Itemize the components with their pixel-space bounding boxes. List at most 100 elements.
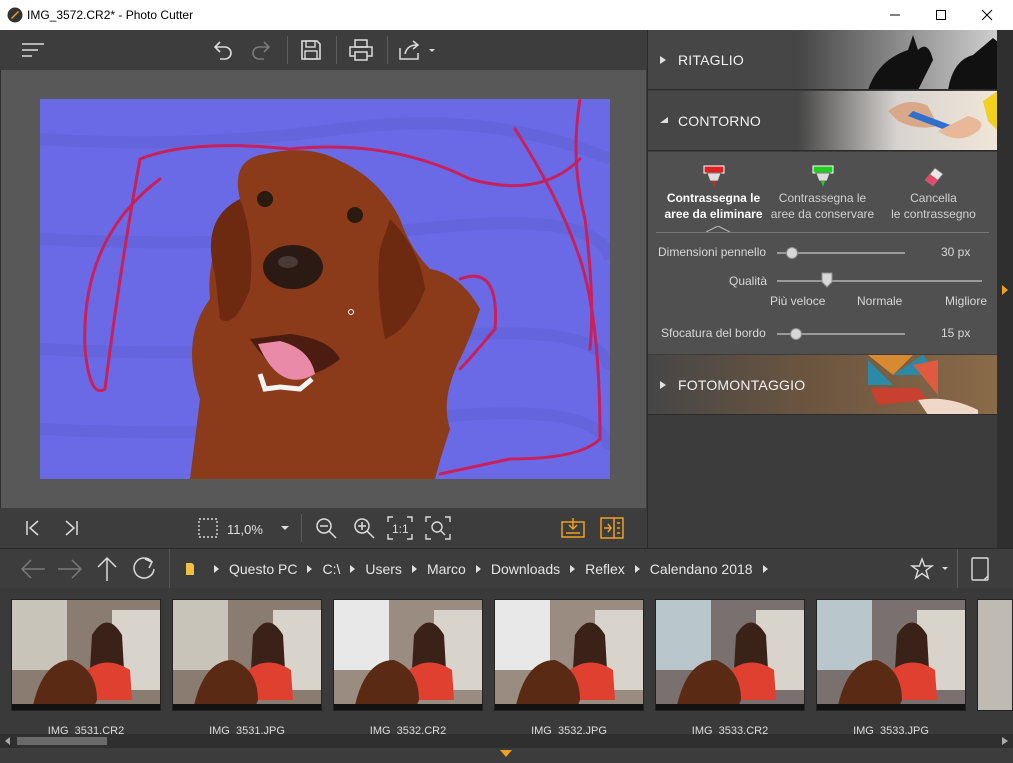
brush-size-label: Dimensioni pennello (658, 245, 767, 259)
scroll-left-icon[interactable] (5, 737, 11, 745)
zoom-level[interactable]: 11,0% (227, 522, 263, 537)
edge-blur-knob[interactable] (790, 328, 802, 340)
folder-icon[interactable] (184, 562, 196, 576)
first-image-button[interactable] (20, 515, 46, 541)
toolbar-divider (387, 36, 388, 64)
save-result-icon (561, 518, 585, 538)
fit-screen-button[interactable] (195, 515, 221, 541)
save-result-button[interactable] (560, 515, 586, 541)
redo-button[interactable] (246, 36, 276, 64)
breadcrumb-separator-icon[interactable] (307, 565, 313, 573)
thumbnail-item[interactable]: IMG_3532.CR2 (333, 599, 483, 737)
mode-erase-marks[interactable]: Cancella le contrassegno (876, 164, 991, 222)
favorites-button[interactable] (910, 555, 950, 583)
image-canvas[interactable] (0, 70, 646, 508)
section-montage-header[interactable]: FOTOMONTAGGIO (648, 355, 998, 415)
collapsed-caret-icon (660, 381, 666, 389)
device-button[interactable] (965, 555, 995, 583)
mode-mark-keep[interactable]: Contrassegna le aree da conservare (765, 164, 880, 222)
window-title: IMG_3572.CR2* - Photo Cutter (27, 8, 194, 22)
thumbnail-strip: IMG_3531.CR2 IMG_3531.JPG IMG_3532.CR2 IMG_… (0, 588, 1013, 737)
breadcrumb-separator-icon[interactable] (570, 565, 576, 573)
thumbnail-image[interactable] (172, 599, 322, 711)
mode-erase-marks-line1: Cancella (910, 191, 957, 205)
back-arrow-icon (20, 559, 45, 579)
close-button[interactable] (964, 0, 1010, 30)
last-image-button[interactable] (58, 515, 84, 541)
breadcrumb-item[interactable]: Questo PC (229, 561, 297, 577)
edited-photo[interactable] (40, 99, 610, 479)
thumbnail-item[interactable]: IMG_3532.JPG (494, 599, 644, 737)
breadcrumb-item[interactable]: C:\ (322, 561, 340, 577)
section-crop-label: RITAGLIO (678, 52, 744, 68)
zoom-out-button[interactable] (312, 515, 340, 541)
section-crop-header[interactable]: RITAGLIO (648, 30, 998, 90)
breadcrumb-separator-icon[interactable] (634, 565, 640, 573)
panel-scrollbar[interactable] (997, 30, 1013, 548)
thumbnail-image[interactable] (655, 599, 805, 711)
split-view-button[interactable] (599, 515, 625, 541)
modes-divider (656, 232, 989, 233)
minimize-icon (890, 14, 900, 16)
thumbnail-partial[interactable] (977, 599, 1013, 711)
mode-mark-delete-line1: Contrassegna le (666, 191, 761, 205)
minimize-button[interactable] (872, 0, 918, 30)
quality-tick-fast: Più veloce (770, 294, 826, 308)
undo-button[interactable] (208, 36, 238, 64)
brush-size-knob[interactable] (786, 247, 798, 259)
scroll-right-icon[interactable] (1002, 737, 1008, 745)
breadcrumb-item[interactable]: Downloads (491, 561, 560, 577)
breadcrumb-item[interactable]: Calendano 2018 (650, 561, 753, 577)
thumbnail-scrollbar[interactable] (0, 734, 1013, 748)
print-icon (349, 39, 373, 61)
back-button[interactable] (18, 555, 48, 583)
bottom-bar (0, 748, 1013, 763)
thumbnail-item[interactable]: IMG_3531.CR2 (11, 599, 161, 737)
section-contour-header[interactable]: CONTORNO (648, 91, 998, 151)
share-button[interactable] (396, 36, 438, 64)
actual-size-icon: 1:1 (387, 516, 413, 540)
print-button[interactable] (345, 36, 377, 64)
title-bar: IMG_3572.CR2* - Photo Cutter (0, 0, 1013, 30)
actual-size-button[interactable]: 1:1 (386, 515, 414, 541)
up-folder-button[interactable] (92, 555, 122, 583)
zoom-fit-button[interactable] (424, 515, 452, 541)
undo-icon (213, 41, 232, 60)
quality-knob[interactable] (821, 272, 833, 288)
thumbnail-image[interactable] (494, 599, 644, 711)
breadcrumb-item[interactable]: Reflex (585, 561, 625, 577)
scrollbar-thumb[interactable] (17, 737, 107, 745)
close-icon (981, 9, 993, 21)
thumbnail-image[interactable] (333, 599, 483, 711)
breadcrumb-separator-icon[interactable] (475, 565, 481, 573)
zoom-in-button[interactable] (350, 515, 378, 541)
eraser-icon (923, 167, 944, 187)
breadcrumb-separator-icon[interactable] (214, 565, 219, 573)
breadcrumb-separator-icon[interactable] (350, 565, 356, 573)
refresh-icon (133, 557, 155, 579)
save-button[interactable] (296, 36, 326, 64)
maximize-button[interactable] (918, 0, 964, 30)
quality-track[interactable] (777, 280, 982, 282)
breadcrumb-item[interactable]: Marco (427, 561, 466, 577)
breadcrumb-separator-icon[interactable] (762, 565, 768, 573)
expanded-caret-icon (660, 117, 668, 123)
svg-text:1:1: 1:1 (392, 522, 409, 536)
thumbnail-image[interactable] (816, 599, 966, 711)
collapse-strip-icon[interactable] (500, 750, 512, 758)
green-marker-icon (812, 165, 833, 187)
forward-button[interactable] (55, 555, 85, 583)
thumbnail-item[interactable]: IMG_3531.JPG (172, 599, 322, 737)
menu-button[interactable] (18, 36, 48, 64)
save-icon (301, 40, 321, 60)
thumbnail-image[interactable] (11, 599, 161, 711)
zoom-dropdown-icon[interactable] (280, 525, 290, 531)
fit-screen-icon (198, 518, 218, 538)
mode-mark-delete[interactable]: Contrassegna le aree da eliminare (656, 164, 771, 222)
panel-expand-arrow-icon[interactable] (1001, 284, 1009, 296)
breadcrumb-item[interactable]: Users (365, 561, 402, 577)
thumbnail-item[interactable]: IMG_3533.JPG (816, 599, 966, 737)
refresh-button[interactable] (129, 555, 159, 583)
thumbnail-item[interactable]: IMG_3533.CR2 (655, 599, 805, 737)
breadcrumb-separator-icon[interactable] (411, 565, 417, 573)
